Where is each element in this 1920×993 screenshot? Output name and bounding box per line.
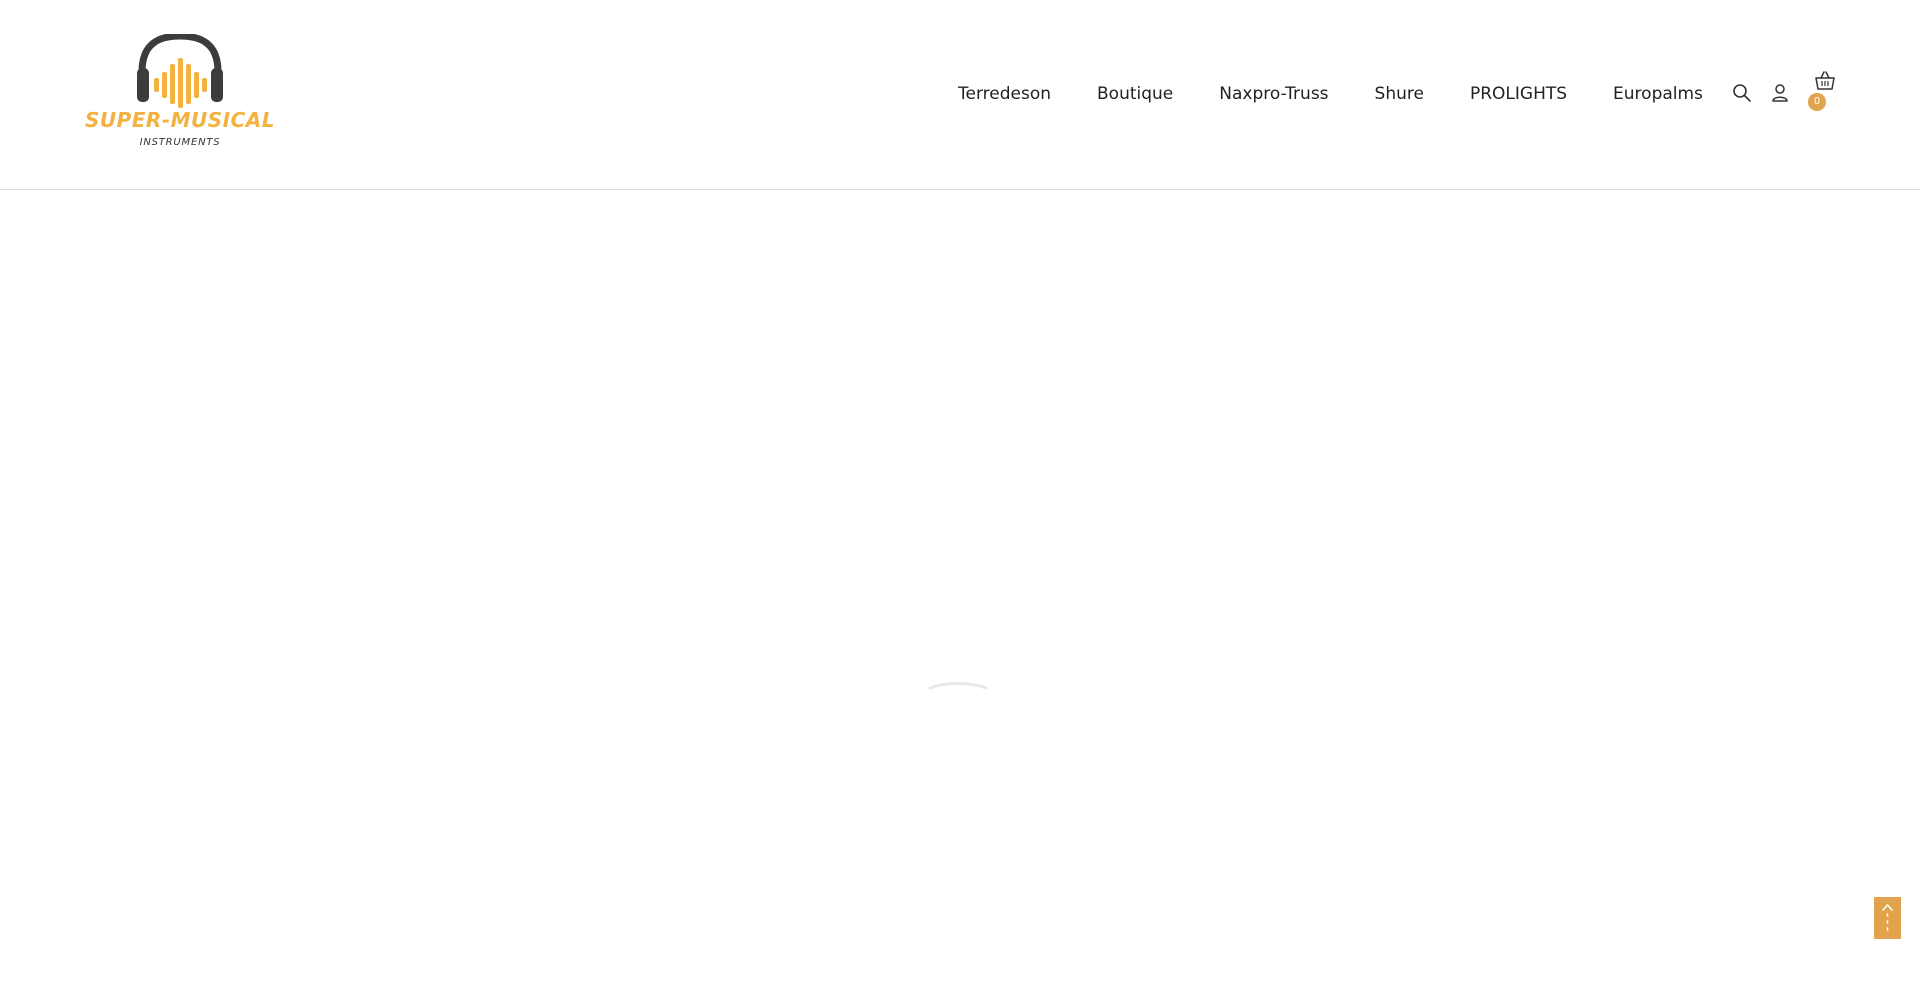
nav-item-boutique[interactable]: Boutique (1097, 80, 1173, 108)
site-header: SUPER-MUSICAL INSTRUMENTS Terredeson Bou… (0, 0, 1920, 190)
main-navigation: Terredeson Boutique Naxpro-Truss Shure P… (958, 80, 1703, 108)
arrow-up-icon (1882, 904, 1893, 931)
nav-item-terredeson[interactable]: Terredeson (958, 80, 1051, 108)
headphones-equalizer-icon (137, 34, 223, 108)
nav-item-shure[interactable]: Shure (1375, 80, 1424, 108)
search-icon[interactable] (1730, 81, 1754, 105)
logo-tagline: INSTRUMENTS (139, 137, 221, 148)
nav-item-naxpro-truss[interactable]: Naxpro-Truss (1219, 80, 1328, 108)
basket-icon[interactable] (1813, 69, 1837, 93)
logo-wordmark: SUPER-MUSICAL (84, 108, 276, 132)
site-logo[interactable]: SUPER-MUSICAL INSTRUMENTS (82, 34, 278, 154)
user-icon[interactable] (1768, 81, 1792, 105)
nav-item-prolights[interactable]: PROLIGHTS (1470, 80, 1567, 108)
nav-item-europalms[interactable]: Europalms (1613, 80, 1703, 108)
cart-count-badge: 0 (1808, 93, 1826, 111)
scroll-to-top-button[interactable] (1874, 897, 1901, 939)
loading-spinner-icon (928, 682, 988, 690)
